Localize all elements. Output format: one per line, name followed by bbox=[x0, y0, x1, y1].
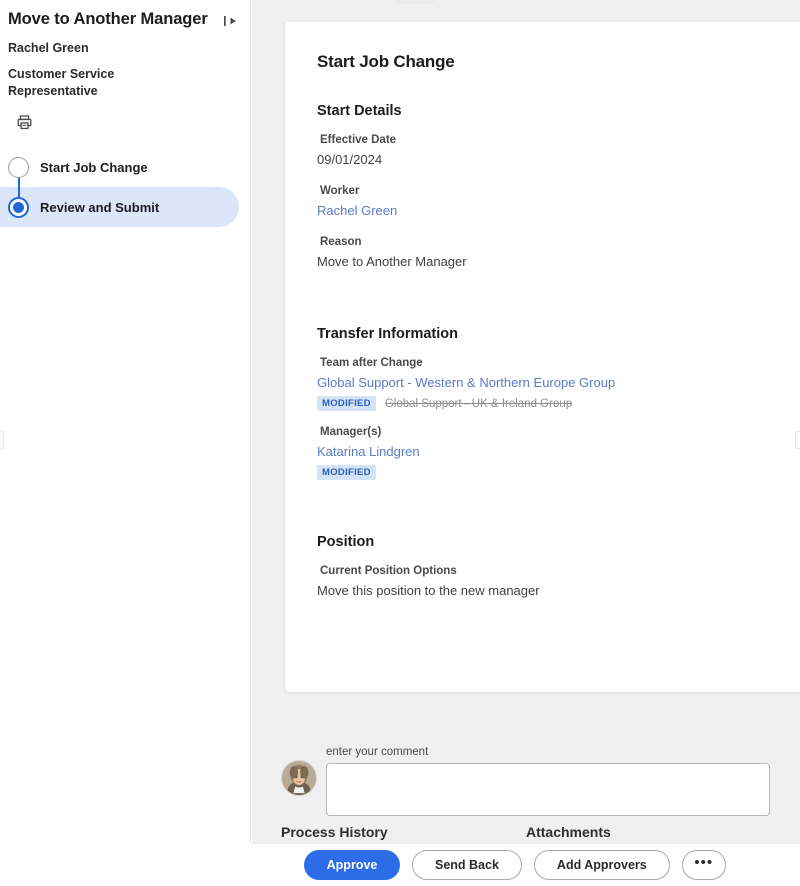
approve-button[interactable]: Approve bbox=[304, 850, 400, 880]
field-reason: Reason Move to Another Manager bbox=[317, 234, 800, 272]
field-worker: Worker Rachel Green bbox=[317, 183, 800, 221]
step-circle-icon bbox=[8, 156, 29, 178]
user-avatar bbox=[281, 760, 317, 796]
card-title: Start Job Change bbox=[317, 52, 455, 71]
print-action[interactable] bbox=[0, 100, 250, 131]
task-sidebar: Move to Another Manager Rachel Green Cus… bbox=[0, 0, 251, 843]
step-list: Start Job Change Review and Submit bbox=[0, 147, 250, 227]
previous-value: Global Support - UK & Ireland Group bbox=[384, 397, 573, 410]
step-radio-selected-icon bbox=[8, 196, 29, 218]
field-label: Manager(s) bbox=[320, 426, 382, 438]
step-label: Review and Submit bbox=[40, 199, 160, 215]
main-content: Start Job Change Start Details Effective… bbox=[252, 0, 800, 843]
right-resize-handle[interactable] bbox=[795, 431, 800, 449]
status-badge: MODIFIED bbox=[317, 396, 376, 411]
more-options-button[interactable]: ••• bbox=[681, 850, 726, 880]
left-resize-handle[interactable] bbox=[0, 431, 4, 449]
application-root: Move to Another Manager Rachel Green Cus… bbox=[0, 0, 800, 886]
comment-area: enter your comment bbox=[281, 744, 800, 821]
field-team-after-change: Team after Change Global Support - Weste… bbox=[317, 355, 800, 411]
collapse-panel-icon[interactable] bbox=[220, 11, 240, 31]
sidebar-job-title: Customer Service Representative bbox=[8, 67, 115, 98]
action-bar: Approve Send Back Add Approvers ••• bbox=[252, 843, 800, 886]
lower-sections-row: Process History Attachments bbox=[281, 824, 800, 843]
comment-column: enter your comment bbox=[326, 744, 800, 821]
top-overlay-nub bbox=[392, 0, 436, 4]
field-label: Team after Change bbox=[320, 357, 423, 369]
status-badge: MODIFIED bbox=[317, 465, 376, 480]
section-heading-position: Position bbox=[317, 534, 375, 550]
sidebar-item-review-and-submit[interactable]: Review and Submit bbox=[0, 187, 239, 227]
modified-row: MODIFIED bbox=[317, 465, 800, 480]
section-heading-start-details: Start Details bbox=[317, 103, 402, 119]
add-approvers-button[interactable]: Add Approvers bbox=[533, 850, 670, 880]
page-title: Move to Another Manager bbox=[8, 10, 208, 28]
review-card: Start Job Change Start Details Effective… bbox=[285, 22, 800, 692]
send-back-button[interactable]: Send Back bbox=[412, 850, 522, 880]
field-label: Reason bbox=[320, 236, 362, 248]
field-value: 09/01/2024 bbox=[317, 152, 383, 167]
attachments-heading: Attachments bbox=[526, 824, 611, 840]
section-heading-transfer-information: Transfer Information bbox=[317, 326, 458, 342]
sidebar-worker-name: Rachel Green bbox=[8, 41, 89, 55]
field-label: Worker bbox=[320, 185, 360, 197]
modified-row: MODIFIED Global Support - UK & Ireland G… bbox=[317, 396, 800, 411]
sidebar-header: Move to Another Manager bbox=[0, 0, 250, 31]
field-managers: Manager(s) Katarina Lindgren MODIFIED bbox=[317, 424, 800, 480]
comment-label: enter your comment bbox=[326, 746, 429, 758]
printer-icon[interactable] bbox=[16, 114, 33, 131]
team-link[interactable]: Global Support - Western & Northern Euro… bbox=[317, 373, 800, 393]
sidebar-item-start-job-change[interactable]: Start Job Change bbox=[0, 147, 250, 187]
field-value: Move to Another Manager bbox=[317, 254, 467, 269]
manager-link[interactable]: Katarina Lindgren bbox=[317, 442, 800, 462]
field-effective-date: Effective Date 09/01/2024 bbox=[317, 132, 800, 170]
step-label: Start Job Change bbox=[40, 159, 148, 175]
process-history-heading: Process History bbox=[281, 824, 388, 840]
field-label: Effective Date bbox=[320, 134, 397, 146]
worker-link[interactable]: Rachel Green bbox=[317, 201, 800, 221]
comment-input[interactable] bbox=[326, 763, 770, 816]
field-value: Move this position to the new manager bbox=[317, 583, 540, 598]
field-label: Current Position Options bbox=[320, 565, 457, 577]
field-current-position-options: Current Position Options Move this posit… bbox=[317, 563, 800, 601]
